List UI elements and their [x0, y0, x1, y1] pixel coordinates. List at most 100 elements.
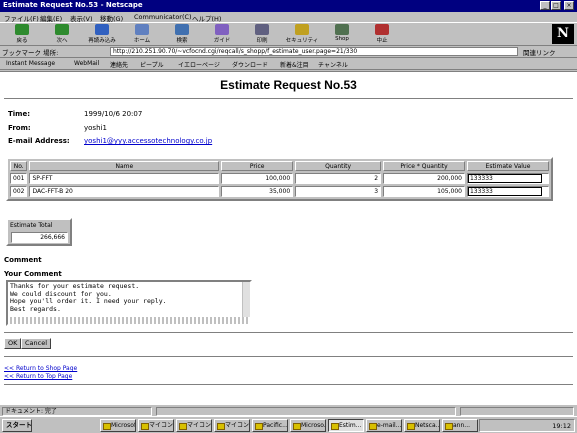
from-label: From: — [8, 124, 31, 132]
link-new-cool[interactable]: 新着&注目 — [280, 60, 309, 69]
taskbar-item[interactable]: Pacific... — [252, 419, 288, 432]
table-row: 002 DAC-FFT-B 20 35,000 3 105,000 133333 — [10, 186, 549, 197]
email-link[interactable]: yoshi1@yyy.accessotechnology.co.jp — [84, 137, 212, 145]
maximize-button[interactable]: □ — [551, 1, 561, 10]
your-comment-label: Your Comment — [4, 270, 62, 278]
taskbar-item[interactable]: マイコン... — [138, 419, 174, 432]
netscape-logo: N — [552, 24, 574, 44]
taskbar-item[interactable]: e-mail... — [366, 419, 402, 432]
comment-textarea[interactable]: Thanks for your estimate request. We cou… — [6, 280, 252, 326]
status-bar: ドキュメント: 完了 — [0, 404, 577, 416]
row-price: 100,000 — [221, 173, 294, 184]
header-price: Price — [221, 161, 294, 171]
reload-icon — [95, 24, 109, 35]
reload-button[interactable]: 再読み込み — [84, 24, 120, 46]
table-header-row: No. Name Price Quantity Price * Quantity… — [10, 161, 549, 171]
time-value: 1999/10/6 20:07 — [84, 110, 143, 118]
home-label: ホーム — [133, 38, 151, 44]
search-button[interactable]: 検索 — [164, 24, 200, 46]
back-label: 戻る — [16, 38, 28, 44]
link-instant-message[interactable]: Instant Message — [6, 60, 55, 67]
print-icon — [255, 24, 269, 35]
header-price-quantity: Price * Quantity — [383, 161, 465, 171]
link-channel[interactable]: チャンネル — [318, 60, 348, 69]
start-button[interactable]: スタート — [2, 419, 32, 432]
back-button[interactable]: 戻る — [4, 24, 40, 46]
link-download[interactable]: ダウンロード — [232, 60, 268, 69]
row-no: 001 — [10, 173, 28, 184]
divider — [4, 98, 573, 100]
search-label: 検索 — [176, 38, 188, 44]
estimate-total-box: Estimate Total 266,666 — [6, 218, 72, 246]
link-yellow-pages[interactable]: イエローページ — [178, 60, 220, 69]
estimate-value-input[interactable]: 133333 — [467, 174, 542, 183]
guide-button[interactable]: ガイド — [204, 24, 240, 46]
related-links-button[interactable]: 関連リンク — [523, 47, 556, 57]
row-name: DAC-FFT-B 20 — [29, 186, 220, 197]
system-tray: 19:12 — [479, 419, 575, 432]
clock: 19:12 — [552, 422, 571, 430]
row-no: 002 — [10, 186, 28, 197]
ok-button[interactable]: OK — [4, 338, 22, 349]
bookmarks-location-label[interactable]: ブックマーク 場所: — [2, 47, 58, 57]
link-webmail[interactable]: WebMail — [74, 60, 99, 67]
shop-button[interactable]: Shop — [324, 24, 360, 46]
home-button[interactable]: ホーム — [124, 24, 160, 46]
return-top-link[interactable]: << Return to Top Page — [4, 373, 72, 380]
print-button[interactable]: 印刷 — [244, 24, 280, 46]
personal-toolbar: Instant Message WebMail 連絡先 ピープル イエローページ… — [0, 57, 577, 70]
print-label: 印刷 — [256, 38, 268, 44]
search-icon — [175, 24, 189, 35]
time-label: Time: — [8, 110, 31, 118]
estimate-value-input[interactable]: 133333 — [467, 187, 542, 196]
location-bar: ブックマーク 場所: http://210.251.90.70/~vcfocnd… — [0, 46, 577, 57]
forward-arrow-icon — [55, 24, 69, 35]
textarea-horizontal-scrollbar[interactable] — [8, 317, 250, 324]
guide-icon — [215, 24, 229, 35]
header-estimate-value: Estimate Value — [466, 161, 549, 171]
from-value: yoshi1 — [84, 124, 107, 132]
taskbar-item[interactable]: ann... — [442, 419, 478, 432]
guide-label: ガイド — [213, 38, 231, 44]
page-content: Estimate Request No.53 Time: 1999/10/6 2… — [0, 71, 577, 404]
windows-taskbar: スタート Microsoft... マイコン... マイコン... マイコン..… — [0, 416, 577, 433]
taskbar-item-active[interactable]: Estim... — [328, 419, 364, 432]
link-people[interactable]: ピープル — [140, 60, 164, 69]
security-icon — [295, 24, 309, 35]
minimize-button[interactable]: _ — [540, 1, 550, 10]
stop-button[interactable]: 中止 — [364, 24, 400, 46]
header-no: No. — [10, 161, 28, 171]
email-label: E-mail Address: — [8, 137, 70, 145]
row-total: 105,000 — [383, 186, 465, 197]
menu-communicator[interactable]: Communicator(C) — [134, 13, 192, 21]
divider — [4, 332, 573, 334]
url-input[interactable]: http://210.251.90.70/~vcfocnd.cgi/reqcal… — [110, 47, 518, 56]
forward-label: 次へ — [56, 38, 68, 44]
status-progress-area — [156, 407, 456, 416]
estimate-total-value: 266,666 — [11, 232, 68, 243]
close-button[interactable]: × — [564, 1, 574, 10]
comment-heading: Comment — [4, 256, 42, 264]
taskbar-item[interactable]: Microsoft... — [100, 419, 136, 432]
link-contacts[interactable]: 連絡先 — [110, 60, 128, 69]
row-quantity: 2 — [295, 173, 382, 184]
return-shop-link[interactable]: << Return to Shop Page — [4, 365, 77, 372]
row-price: 35,000 — [221, 186, 294, 197]
status-components-area — [460, 407, 574, 416]
cancel-button[interactable]: Cancel — [21, 338, 52, 349]
security-label: セキュリティ — [285, 38, 319, 44]
forward-button[interactable]: 次へ — [44, 24, 80, 46]
taskbar-item[interactable]: マイコン... — [176, 419, 212, 432]
home-icon — [135, 24, 149, 35]
row-estimate-cell: 133333 — [466, 186, 549, 197]
divider — [4, 356, 573, 358]
taskbar-item[interactable]: Microso... — [290, 419, 326, 432]
back-arrow-icon — [15, 24, 29, 35]
page-title: Estimate Request No.53 — [220, 78, 357, 92]
taskbar-item[interactable]: Netsca... — [404, 419, 440, 432]
row-total: 200,000 — [383, 173, 465, 184]
security-button[interactable]: セキュリティ — [284, 24, 320, 46]
taskbar-item[interactable]: マイコン... — [214, 419, 250, 432]
status-text: ドキュメント: 完了 — [2, 407, 152, 416]
stop-icon — [375, 24, 389, 35]
